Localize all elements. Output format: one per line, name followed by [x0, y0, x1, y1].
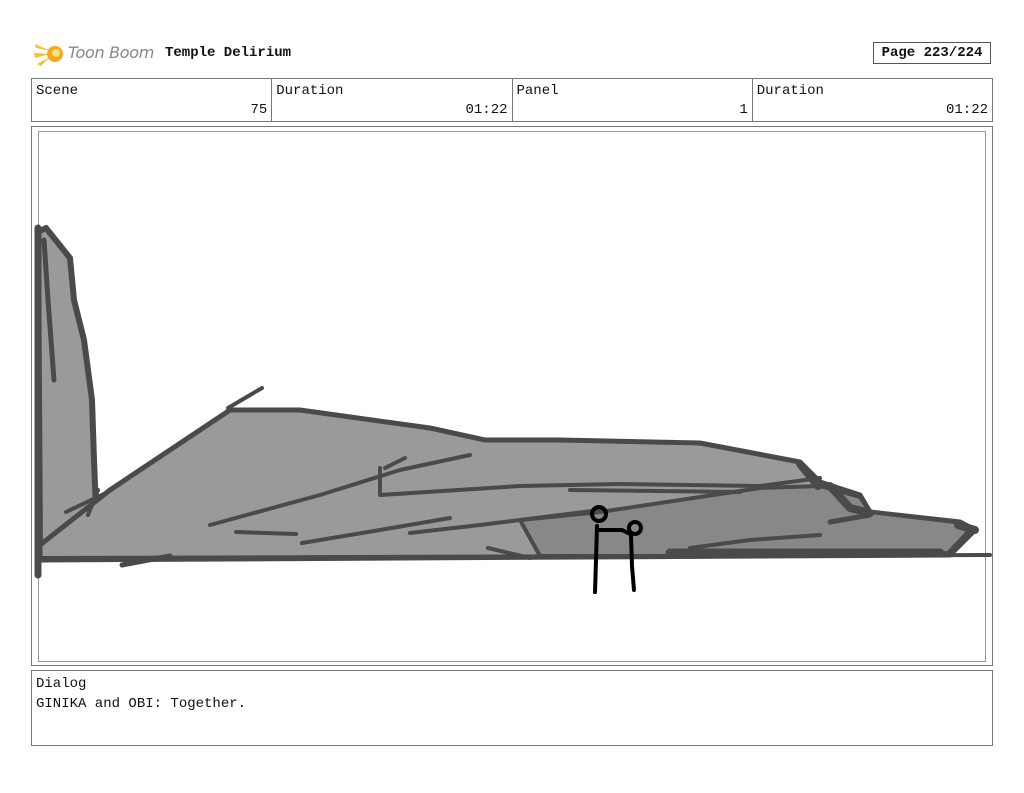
dialog-label: Dialog [36, 676, 87, 692]
dialog-text: GINIKA and OBI: Together. [36, 696, 247, 712]
dialog-box: Dialog GINIKA and OBI: Together. [31, 670, 993, 746]
